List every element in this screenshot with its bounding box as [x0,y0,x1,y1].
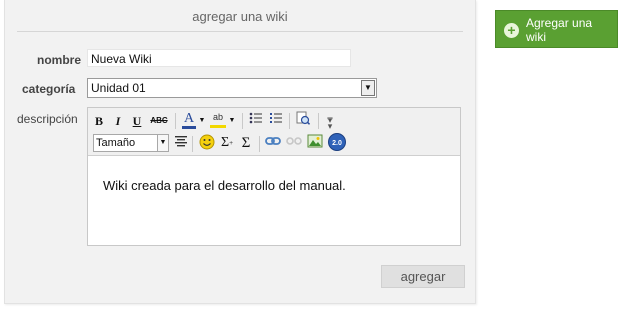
unlink-icon[interactable] [286,135,302,153]
toolbar-separator [192,136,193,152]
insert-formula-icon[interactable]: Σ+ [219,134,235,152]
plus-icon: + [504,23,519,38]
name-label: nombre [37,53,82,67]
toolbar-separator [259,136,260,152]
category-selected-value: Unidad 01 [91,81,146,95]
name-input[interactable]: Nueva Wiki [87,49,351,67]
font-size-select[interactable]: Tamaño ▼ [93,134,169,152]
caret-down-icon[interactable]: ▼ [198,112,206,130]
category-label: categoría [22,82,76,96]
description-label: descripción [17,112,78,126]
toolbar-separator [175,113,176,129]
toolbar-separator [242,113,243,129]
underline-button[interactable]: U [130,112,144,130]
title-divider [17,31,463,32]
chevron-down-icon[interactable]: ▼ [361,80,375,96]
toolbar-separator [289,113,290,129]
submit-button[interactable]: agregar [381,265,465,288]
expand-toolbar-icon[interactable]: ‗ ▾ ▾ [324,110,336,131]
insert-image-icon[interactable] [307,134,323,152]
font-color-button[interactable]: A [182,111,196,129]
chevron-down-icon[interactable]: ▼ [157,135,168,151]
caret-down-icon[interactable]: ▼ [228,112,236,130]
font-size-label: Tamaño [96,137,136,149]
bold-button[interactable]: B [92,112,106,130]
numbered-list-icon[interactable] [268,112,284,130]
editor-content[interactable]: Wiki creada para el desarrollo del manua… [103,178,346,193]
bullet-list-icon[interactable] [248,112,264,130]
version-badge-icon[interactable]: 2.0 [328,133,346,151]
rich-text-editor[interactable]: B I U ABC A ▼ ab ▼ ‗ ▾ ▾ Tamaño ▼ Σ+ Σ 2… [87,107,461,246]
panel-title: agregar una wiki [192,9,288,24]
italic-button[interactable]: I [111,112,125,130]
add-wiki-panel: agregar una wiki nombre Nueva Wiki categ… [4,0,476,304]
category-select[interactable]: Unidad 01 ▼ [87,78,377,98]
align-center-icon[interactable] [174,135,188,153]
sum-icon[interactable]: Σ [239,134,253,152]
editor-toolbar: B I U ABC A ▼ ab ▼ ‗ ▾ ▾ Tamaño ▼ Σ+ Σ 2… [88,108,460,156]
add-wiki-label: Agregar una wiki [526,16,593,44]
highlight-color-button[interactable]: ab [210,110,226,128]
find-replace-icon[interactable] [295,111,311,129]
strikethrough-button[interactable]: ABC [149,112,169,130]
smiley-icon[interactable] [199,134,215,152]
version-badge-text: 2.0 [332,140,342,147]
link-icon[interactable] [265,135,281,153]
add-wiki-button[interactable]: + Agregar una wiki [495,10,618,48]
toolbar-separator [318,113,319,129]
